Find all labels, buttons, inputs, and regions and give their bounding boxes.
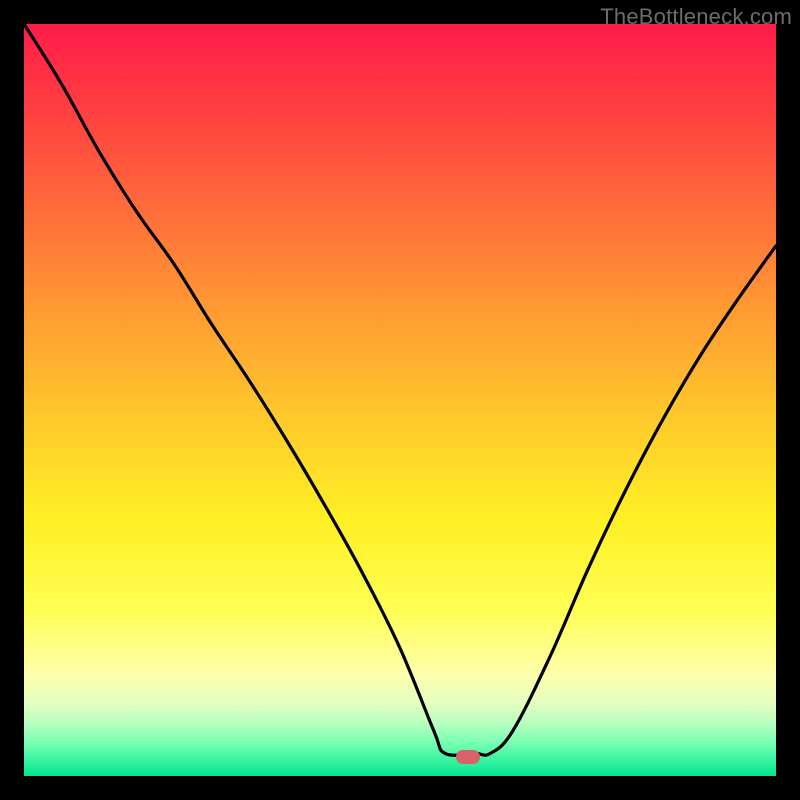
plot-area	[24, 24, 776, 776]
optimum-marker	[456, 750, 480, 764]
bottleneck-curve	[24, 24, 776, 776]
chart-frame: TheBottleneck.com	[0, 0, 800, 800]
watermark-text: TheBottleneck.com	[600, 4, 792, 30]
